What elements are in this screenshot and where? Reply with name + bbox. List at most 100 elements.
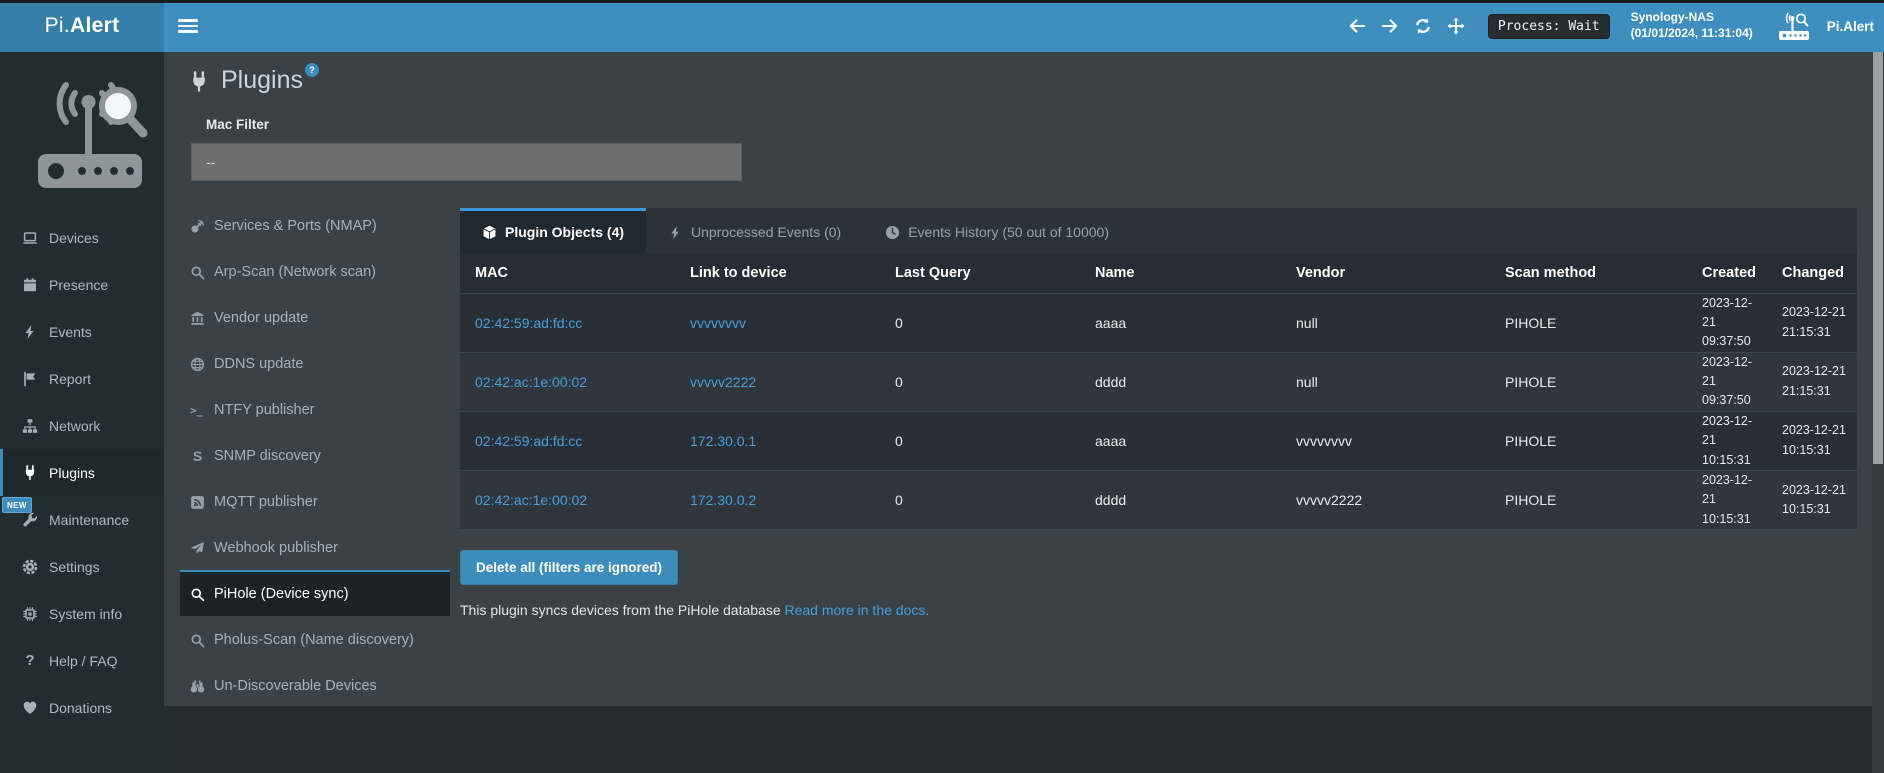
table-row: 02:42:ac:1e:00:02 172.30.0.2 0 dddd vvvv… — [460, 470, 1857, 529]
last-query-cell: 0 — [880, 352, 1080, 411]
plugin-nav-item-pholus-scan[interactable]: Pholus-Scan (Name discovery) — [180, 616, 450, 662]
read-more-docs-link[interactable]: Read more in the docs. — [785, 602, 930, 618]
refresh-icon[interactable] — [1414, 17, 1432, 35]
device-link[interactable]: vvvvv2222 — [690, 374, 756, 390]
sidebar-item-events[interactable]: Events — [0, 308, 164, 355]
changed-cell: 2023-12-21 10:15:31 — [1767, 411, 1857, 470]
last-query-cell: 0 — [880, 293, 1080, 352]
sidebar-item-help-faq[interactable]: ?Help / FAQ — [0, 637, 164, 684]
device-link[interactable]: 172.30.0.1 — [690, 433, 756, 449]
gear-icon — [22, 559, 38, 575]
router-scan-icon — [1778, 11, 1812, 41]
column-header-vendor: Vendor — [1281, 253, 1490, 293]
sidebar-item-devices[interactable]: Devices — [0, 214, 164, 261]
send-icon — [190, 541, 205, 556]
heart-icon — [22, 700, 38, 716]
page-title-row: Plugins ? — [188, 65, 319, 95]
search-icon — [190, 587, 205, 602]
scrollbar-thumb[interactable] — [1873, 52, 1883, 464]
app-name-label: Pi.Alert — [1827, 19, 1874, 34]
plugin-nav-item-ntfy-publisher[interactable]: >_NTFY publisher — [180, 386, 450, 432]
plugin-nav-item-snmp-discovery[interactable]: SSNMP discovery — [180, 432, 450, 478]
binoculars-icon — [190, 679, 205, 694]
mac-link[interactable]: 02:42:59:ad:fd:cc — [475, 315, 582, 331]
plugin-nav-item-arp-scan[interactable]: Arp-Scan (Network scan) — [180, 248, 450, 294]
chip-icon — [22, 606, 38, 622]
topbar-right-group: Process: Wait Synology-NAS (01/01/2024, … — [1348, 0, 1874, 52]
process-status-badge: Process: Wait — [1488, 14, 1610, 39]
move-arrows-icon[interactable] — [1447, 17, 1465, 35]
sidebar-item-presence[interactable]: Presence — [0, 261, 164, 308]
mac-link[interactable]: 02:42:ac:1e:00:02 — [475, 374, 587, 390]
changed-cell: 2023-12-21 21:15:31 — [1767, 352, 1857, 411]
plug-icon — [22, 465, 38, 481]
scan-method-cell: PIHOLE — [1490, 411, 1687, 470]
column-header-link: Link to device — [675, 253, 880, 293]
window-top-edge — [0, 0, 1884, 3]
bolt-icon — [22, 324, 38, 340]
vertical-scrollbar — [1872, 52, 1884, 773]
plugin-nav-item-vendor-update[interactable]: Vendor update — [180, 294, 450, 340]
sitemap-icon — [22, 418, 38, 434]
help-badge[interactable]: ? — [305, 63, 319, 77]
tab-events-history[interactable]: Events History (50 out of 10000) — [863, 208, 1131, 253]
sidebar-item-network[interactable]: Network — [0, 402, 164, 449]
tab-plugin-objects[interactable]: Plugin Objects (4) — [460, 208, 646, 253]
page-bottom-background — [164, 706, 1884, 773]
vendor-cell: null — [1281, 293, 1490, 352]
table-row: 02:42:ac:1e:00:02 vvvvv2222 0 dddd null … — [460, 352, 1857, 411]
bolt-icon — [668, 225, 683, 240]
sidebar: Devices Presence Events Report Network P… — [0, 52, 164, 773]
search-icon — [190, 265, 205, 280]
column-header-name: Name — [1080, 253, 1281, 293]
delete-all-button[interactable]: Delete all (filters are ignored) — [460, 550, 678, 585]
plugin-nav-item-pihole-device-sync[interactable]: PiHole (Device sync) — [180, 570, 450, 616]
plugin-nav-item-services-ports[interactable]: Services & Ports (NMAP) — [180, 202, 450, 248]
column-header-changed: Changed — [1767, 253, 1857, 293]
plugin-description: This plugin syncs devices from the PiHol… — [460, 602, 1857, 618]
plugin-objects-table: MAC Link to device Last Query Name Vendo… — [460, 253, 1857, 530]
sidebar-item-settings[interactable]: Settings — [0, 543, 164, 590]
laptop-icon — [22, 230, 38, 246]
table-header-row: MAC Link to device Last Query Name Vendo… — [460, 253, 1857, 293]
name-cell: dddd — [1080, 470, 1281, 529]
sidebar-item-plugins[interactable]: Plugins — [0, 449, 164, 496]
wrench-icon — [22, 512, 38, 528]
plugin-nav-item-webhook-publisher[interactable]: Webhook publisher — [180, 524, 450, 570]
mac-link[interactable]: 02:42:59:ad:fd:cc — [475, 433, 582, 449]
tab-unprocessed-events[interactable]: Unprocessed Events (0) — [646, 208, 863, 253]
device-link[interactable]: 172.30.0.2 — [690, 492, 756, 508]
plugin-nav-item-ddns-update[interactable]: DDNS update — [180, 340, 450, 386]
changed-cell: 2023-12-21 21:15:31 — [1767, 293, 1857, 352]
terminal-icon: >_ — [190, 404, 205, 417]
back-arrow-icon[interactable] — [1348, 17, 1366, 35]
host-time: (01/01/2024, 11:31:04) — [1631, 26, 1753, 42]
question-icon: ? — [22, 652, 38, 669]
mac-link[interactable]: 02:42:ac:1e:00:02 — [475, 492, 587, 508]
maintenance-new-badge: NEW — [2, 497, 32, 513]
sidebar-item-donations[interactable]: Donations — [0, 684, 164, 731]
rss-icon — [190, 495, 205, 510]
plugin-nav-item-undiscoverable-devices[interactable]: Un-Discoverable Devices — [180, 662, 450, 708]
device-link[interactable]: vvvvvvvv — [690, 315, 746, 331]
vendor-cell: null — [1281, 352, 1490, 411]
plugin-nav: Services & Ports (NMAP) Arp-Scan (Networ… — [180, 202, 450, 754]
sidebar-logo — [0, 52, 164, 214]
tab-bar: Plugin Objects (4) Unprocessed Events (0… — [460, 208, 1857, 253]
mac-filter-input[interactable] — [191, 143, 742, 181]
brand-logo[interactable]: Pi.Alert — [0, 0, 164, 52]
sidebar-item-system-info[interactable]: System info — [0, 590, 164, 637]
created-cell: 2023-12-21 09:37:50 — [1687, 293, 1767, 352]
plugin-nav-item-mqtt-publisher[interactable]: MQTT publisher — [180, 478, 450, 524]
column-header-last-query: Last Query — [880, 253, 1080, 293]
sidebar-item-report[interactable]: Report — [0, 355, 164, 402]
table-row: 02:42:59:ad:fd:cc vvvvvvvv 0 aaaa null P… — [460, 293, 1857, 352]
vendor-cell: vvvvvvvv — [1281, 411, 1490, 470]
forward-arrow-icon[interactable] — [1381, 17, 1399, 35]
sidebar-toggle-icon[interactable] — [178, 19, 198, 33]
scan-method-cell: PIHOLE — [1490, 352, 1687, 411]
clock-icon — [885, 225, 900, 240]
sidebar-menu: Devices Presence Events Report Network P… — [0, 214, 164, 731]
last-query-cell: 0 — [880, 411, 1080, 470]
brand-prefix: Pi. — [45, 14, 70, 38]
